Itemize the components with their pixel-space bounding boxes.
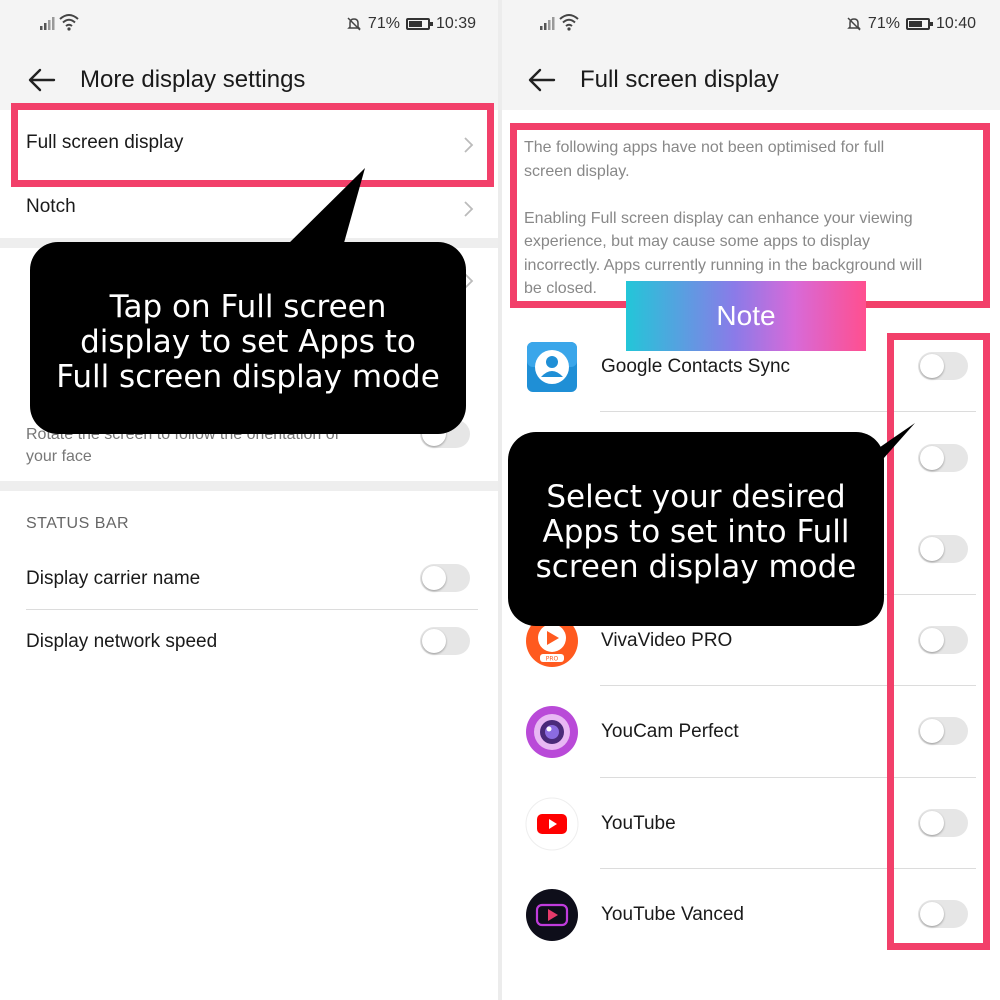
battery-icon — [905, 18, 933, 30]
contacts-sync-icon — [527, 342, 577, 392]
app-name: YouTube — [601, 813, 676, 834]
app-name: VivaVideo PRO — [601, 630, 733, 651]
signal-icon — [540, 17, 555, 30]
callout-line: Apps to set into Full — [542, 514, 850, 550]
youcam-icon — [526, 706, 578, 758]
wifi-icon — [59, 14, 79, 31]
callout-line: Select your desired — [546, 479, 846, 515]
settings-item-label: Notch — [26, 196, 76, 217]
display-network-speed-toggle[interactable] — [420, 627, 470, 655]
battery-percent: 71% — [367, 15, 400, 32]
divider — [26, 609, 478, 610]
panel-divider — [498, 0, 502, 1000]
highlight-full-screen-display — [11, 103, 494, 187]
settings-item-notch[interactable]: Notch — [26, 196, 474, 222]
chevron-right-icon — [464, 201, 474, 217]
status-bar: 71% 10:39 — [0, 0, 500, 50]
page-title: More display settings — [80, 66, 306, 93]
callout-line: Tap on Full screen — [109, 289, 387, 325]
wifi-icon — [559, 14, 579, 31]
app-name: YouCam Perfect — [601, 721, 739, 742]
back-arrow-icon[interactable] — [26, 64, 58, 96]
page-title: Full screen display — [580, 66, 779, 93]
app-name: YouTube Vanced — [601, 904, 744, 925]
note-banner: Note — [626, 281, 866, 351]
clock: 10:40 — [935, 15, 976, 32]
app-bar: Full screen display — [500, 50, 1000, 110]
right-callout: Select your desired Apps to set into Ful… — [508, 432, 884, 626]
battery-icon — [405, 18, 433, 30]
setting-label: Display network speed — [26, 631, 218, 652]
status-bar: 71% 10:40 — [500, 0, 1000, 50]
app-bar: More display settings — [0, 50, 500, 110]
setting-display-network-speed: Display network speed — [26, 631, 474, 657]
app-name: Google Contacts Sync — [601, 356, 791, 377]
setting-label: Display carrier name — [26, 568, 201, 589]
section-gap — [0, 481, 500, 491]
youtube-vanced-icon — [526, 889, 578, 941]
left-callout: Tap on Full screen display to set Apps t… — [30, 242, 466, 434]
setting-display-carrier-name: Display carrier name — [26, 568, 474, 594]
callout-line: Full screen display mode — [56, 359, 440, 395]
svg-text:PRO: PRO — [546, 656, 559, 663]
display-carrier-name-toggle[interactable] — [420, 564, 470, 592]
signal-icon — [40, 17, 55, 30]
back-arrow-icon[interactable] — [526, 64, 558, 96]
clock: 10:39 — [435, 15, 476, 32]
callout-line: display to set Apps to — [80, 324, 416, 360]
mute-bell-icon — [347, 17, 361, 31]
youtube-icon — [525, 797, 579, 851]
mute-bell-icon — [847, 17, 861, 31]
status-bar-section-header: STATUS BAR — [26, 515, 130, 532]
callout-line: screen display mode — [535, 549, 857, 585]
battery-percent: 71% — [867, 15, 900, 32]
